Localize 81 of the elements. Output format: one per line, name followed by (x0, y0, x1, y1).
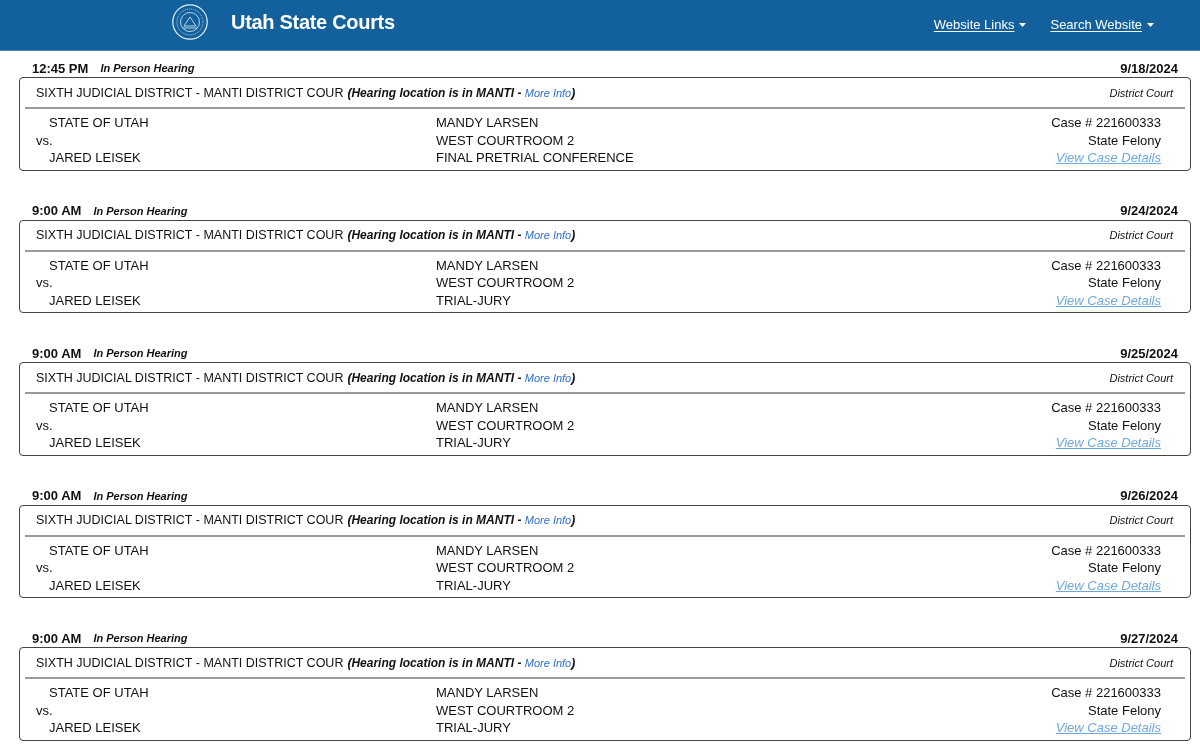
case-number: Case # 221600333 (1051, 256, 1161, 274)
hearing-date: 9/26/2024 (1120, 488, 1178, 503)
plaintiff-name: STATE OF UTAH (49, 399, 149, 417)
judge-name: MANDY LARSEN (436, 114, 539, 132)
judge-name: MANDY LARSEN (436, 256, 539, 274)
case-type: State Felony (1088, 416, 1161, 434)
court-name: SIXTH JUDICIAL DISTRICT - MANTI DISTRICT COUR (36, 513, 344, 527)
more-info-link[interactable]: More Info (524, 514, 572, 526)
nav-link[interactable]: Search Website (1050, 17, 1154, 32)
hearing-time: 9:00 AM (32, 630, 82, 646)
court-name: SIXTH JUDICIAL DISTRICT - MANTI DISTRICT COUR (36, 655, 344, 670)
plaintiff-name: STATE OF UTAH (49, 256, 149, 274)
defendant-name: JARED LEISEK (49, 576, 141, 594)
courtroom: WEST COURTROOM 2 (436, 559, 575, 577)
seal-icon (172, 4, 208, 40)
hearing-date: 9/25/2024 (1120, 345, 1178, 361)
judge-name: MANDY LARSEN (436, 541, 539, 559)
hearing-mode: In Person Hearing (93, 204, 188, 217)
versus-label: vs. (36, 274, 53, 292)
court-type: District Court (1109, 229, 1173, 241)
case-number: Case # 221600333 (1051, 541, 1161, 559)
more-info-link[interactable]: More Info (524, 86, 572, 99)
location-note: (Hearing location is in MANTI - More Info) (347, 370, 576, 385)
hearing-type: FINAL PRETRIAL CONFERENCE (436, 149, 634, 167)
versus-label: vs. (36, 416, 53, 434)
defendant-name: JARED LEISEK (49, 291, 141, 309)
plaintiff-name: STATE OF UTAH (49, 541, 149, 559)
judge-name: MANDY LARSEN (436, 684, 539, 702)
hearing-mode: In Person Hearing (93, 347, 188, 359)
hearing-type: TRIAL-JURY (436, 434, 511, 452)
case-number: Case # 221600333 (1051, 114, 1161, 132)
location-note: (Hearing location is in MANTI - More Info) (347, 655, 576, 670)
location-note: (Hearing location is in MANTI - More Info) (347, 228, 576, 242)
hearing-mode: In Person Hearing (93, 632, 188, 644)
courtroom: WEST COURTROOM 2 (436, 701, 575, 719)
plaintiff-name: STATE OF UTAH (49, 684, 149, 702)
nav-link[interactable]: Website Links (933, 17, 1027, 32)
plaintiff-name: STATE OF UTAH (49, 114, 149, 132)
more-info-link[interactable]: More Info (524, 229, 572, 241)
versus-label: vs. (36, 131, 53, 149)
case-type: State Felony (1088, 131, 1161, 149)
site-title: Utah State Courts (231, 10, 395, 34)
hearing-time: 9:00 AM (32, 203, 82, 218)
versus-label: vs. (36, 701, 53, 719)
hearing-type: TRIAL-JURY (436, 291, 511, 309)
courtroom: WEST COURTROOM 2 (436, 416, 575, 434)
caret-icon (1147, 22, 1154, 27)
defendant-name: JARED LEISEK (49, 434, 141, 452)
judge-name: MANDY LARSEN (436, 399, 539, 417)
court-name: SIXTH JUDICIAL DISTRICT - MANTI DISTRICT COUR (36, 85, 344, 100)
hearing-type: TRIAL-JURY (436, 576, 511, 594)
case-type: State Felony (1088, 274, 1161, 292)
court-name: SIXTH JUDICIAL DISTRICT - MANTI DISTRICT COUR (36, 370, 344, 385)
more-info-link[interactable]: More Info (524, 656, 572, 669)
location-note: (Hearing location is in MANTI - More Info) (347, 513, 576, 527)
defendant-name: JARED LEISEK (49, 149, 141, 167)
versus-label: vs. (36, 559, 53, 577)
location-note: (Hearing location is in MANTI - More Info) (347, 85, 576, 100)
hearing-time: 9:00 AM (32, 488, 82, 503)
caret-icon (1019, 22, 1027, 27)
case-number: Case # 221600333 (1051, 399, 1161, 417)
hearing-type: TRIAL-JURY (436, 719, 511, 737)
court-type: District Court (1109, 371, 1173, 384)
hearing-mode: In Person Hearing (93, 489, 188, 502)
hearing-date: 9/27/2024 (1120, 630, 1178, 646)
defendant-name: JARED LEISEK (49, 719, 141, 737)
hearing-time: 12:45 PM (32, 60, 89, 76)
court-type: District Court (1109, 514, 1173, 526)
case-number: Case # 221600333 (1051, 684, 1161, 702)
courtroom: WEST COURTROOM 2 (436, 274, 575, 292)
court-type: District Court (1109, 656, 1173, 669)
hearing-date: 9/24/2024 (1120, 203, 1178, 218)
case-type: State Felony (1088, 559, 1161, 577)
court-type: District Court (1109, 86, 1173, 99)
hearing-time: 9:00 AM (32, 345, 82, 361)
case-type: State Felony (1088, 701, 1161, 719)
court-name: SIXTH JUDICIAL DISTRICT - MANTI DISTRICT COUR (36, 228, 344, 242)
courtroom: WEST COURTROOM 2 (436, 131, 575, 149)
hearing-mode: In Person Hearing (100, 62, 195, 74)
hearing-date: 9/18/2024 (1120, 60, 1178, 76)
more-info-link[interactable]: More Info (524, 371, 572, 384)
